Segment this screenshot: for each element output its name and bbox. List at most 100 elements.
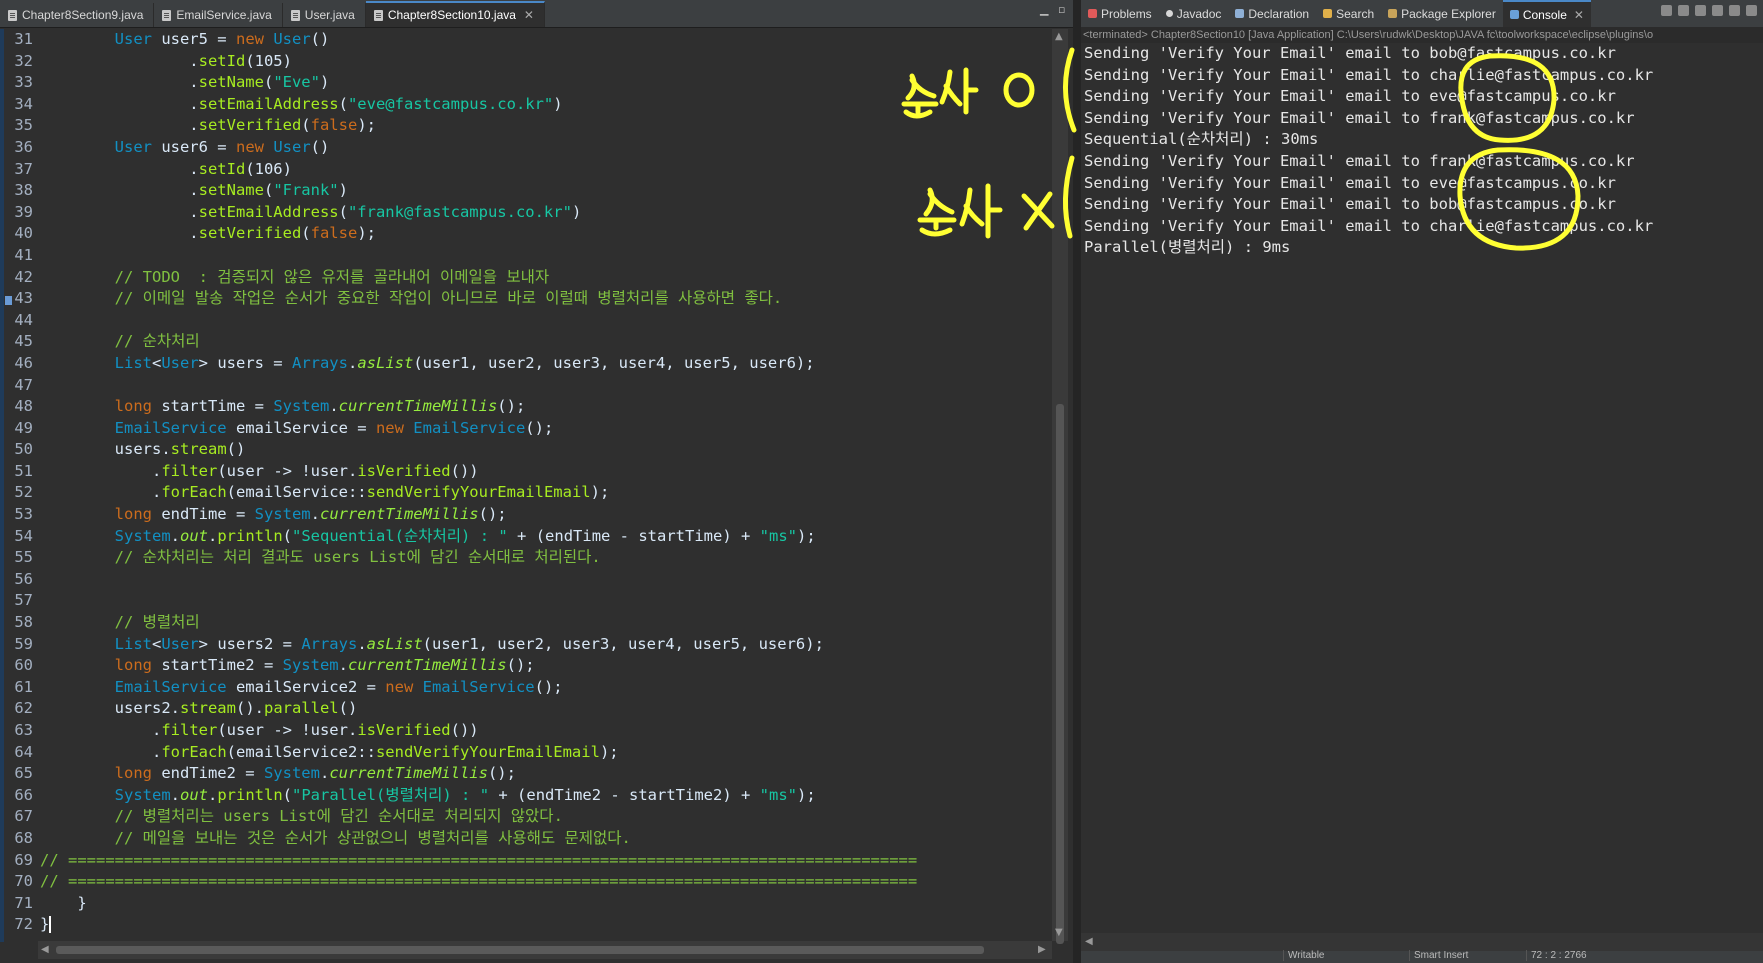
console-panel: Problems Javadoc Declaration Search Pack… xyxy=(1081,0,1763,963)
code-token: () xyxy=(226,440,246,459)
code-line[interactable]: 66 System.out.println("Parallel(병렬처리) : … xyxy=(0,785,1052,807)
scroll-thumb[interactable] xyxy=(56,946,984,954)
code-line[interactable]: 65 long endTime2 = System.currentTimeMil… xyxy=(0,763,1052,785)
code-token: > users2 = xyxy=(198,634,302,653)
code-line[interactable]: 62 users2.stream().parallel() xyxy=(0,698,1052,720)
minimize-icon[interactable]: ▁ xyxy=(1040,3,1048,16)
tab-chapter8section9[interactable]: Chapter8Section9.java xyxy=(0,3,155,27)
code-line[interactable]: 47 xyxy=(0,375,1052,397)
tab-console[interactable]: Console ✕ xyxy=(1502,0,1591,27)
code-line[interactable]: 63 .filter(user -> !user.isVerified()) xyxy=(0,720,1052,742)
scroll-down-icon[interactable]: ▼ xyxy=(1055,927,1063,938)
code-line[interactable]: 41 xyxy=(0,245,1052,267)
code-line[interactable]: 31 User user5 = new User() xyxy=(0,29,1052,51)
code-line[interactable]: 46 List<User> users = Arrays.asList(user… xyxy=(0,353,1052,375)
line-text: List<User> users = Arrays.asList(user1, … xyxy=(38,353,815,375)
tab-package-explorer[interactable]: Package Explorer xyxy=(1381,0,1503,27)
line-number: 31 xyxy=(14,30,33,48)
console-output[interactable]: Sending 'Verify Your Email' email to bob… xyxy=(1084,43,1653,259)
tab-declaration[interactable]: Declaration xyxy=(1228,0,1316,27)
code-line[interactable]: 44 xyxy=(0,310,1052,332)
remove-launch-icon[interactable] xyxy=(1678,5,1689,16)
code-line[interactable]: 36 User user6 = new User() xyxy=(0,137,1052,159)
code-line[interactable]: 59 List<User> users2 = Arrays.asList(use… xyxy=(0,634,1052,656)
line-number: 54 xyxy=(14,526,33,545)
line-text xyxy=(38,590,40,612)
tab-problems[interactable]: Problems xyxy=(1081,0,1159,27)
code-line[interactable]: 71 } xyxy=(0,893,1052,915)
code-line[interactable]: 57 xyxy=(0,590,1052,612)
code-line[interactable]: 53 long endTime = System.currentTimeMill… xyxy=(0,504,1052,526)
console-horizontal-scrollbar[interactable]: ◀ xyxy=(1081,933,1763,951)
tab-chapter8section10[interactable]: Chapter8Section10.java ✕ xyxy=(365,1,545,27)
code-line[interactable]: 58 // 병렬처리 xyxy=(0,612,1052,634)
maximize-icon[interactable]: ▫ xyxy=(1058,3,1065,16)
console-line: Parallel(병렬처리) : 9ms xyxy=(1084,238,1291,257)
code-token: isVerified xyxy=(357,461,451,480)
scroll-left-icon[interactable]: ◀ xyxy=(1085,936,1093,947)
close-tab-icon[interactable]: ✕ xyxy=(1574,8,1584,22)
code-token: ) xyxy=(319,73,330,92)
pin-console-icon[interactable] xyxy=(1661,5,1672,16)
scroll-right-icon[interactable]: ▶ xyxy=(1038,944,1046,955)
line-number: 69 xyxy=(14,850,33,869)
tab-javadoc[interactable]: Javadoc xyxy=(1159,0,1229,27)
code-line[interactable]: 37 .setId(106) xyxy=(0,159,1052,181)
code-token: + (endTime - startTime) + xyxy=(507,526,760,545)
code-line[interactable]: 33 .setName("Eve") xyxy=(0,72,1052,94)
code-line[interactable]: 67 // 병렬처리는 users List에 담긴 순서대로 처리되지 않았다… xyxy=(0,806,1052,828)
line-text: System.out.println("Sequential(순차처리) : "… xyxy=(38,526,816,548)
code-line[interactable]: 38 .setName("Frank") xyxy=(0,180,1052,202)
word-wrap-icon[interactable] xyxy=(1729,5,1740,16)
scroll-up-icon[interactable]: ▲ xyxy=(1055,31,1063,42)
scroll-lock-icon[interactable] xyxy=(1712,5,1723,16)
panel-divider[interactable] xyxy=(1073,0,1081,963)
code-line[interactable]: 35 .setVerified(false); xyxy=(0,115,1052,137)
code-line[interactable]: 70 // ===================================… xyxy=(0,871,1052,893)
code-area[interactable]: 31 User user5 = new User() 32 .setId(105)… xyxy=(0,29,1052,941)
code-line[interactable]: 43 // 이메일 발송 작업은 순서가 중요한 작업이 아니므로 바로 이럴때… xyxy=(0,288,1052,310)
editor-horizontal-scrollbar[interactable]: ◀ ▶ xyxy=(38,941,1052,959)
code-line[interactable]: 39 .setEmailAddress("frank@fastcampus.co… xyxy=(0,202,1052,224)
code-line[interactable]: 52 .forEach(emailService::sendVerifyYour… xyxy=(0,482,1052,504)
code-line[interactable]: 61 EmailService emailService2 = new Emai… xyxy=(0,677,1052,699)
code-line[interactable]: 72} xyxy=(0,914,1052,936)
scroll-thumb[interactable] xyxy=(1056,404,1064,944)
code-line[interactable]: 60 long startTime2 = System.currentTimeM… xyxy=(0,655,1052,677)
tab-emailservice[interactable]: EmailService.java xyxy=(154,3,283,27)
code-line[interactable]: 68 // 메일을 보내는 것은 순서가 상관없으니 병렬처리를 사용해도 문제… xyxy=(0,828,1052,850)
tab-user[interactable]: User.java xyxy=(283,3,366,27)
code-line[interactable]: 42 // TODO : 검증되지 않은 유저를 골라내어 이메일을 보내자 xyxy=(0,267,1052,289)
scroll-left-icon[interactable]: ◀ xyxy=(41,944,49,955)
tab-search[interactable]: Search xyxy=(1316,0,1381,27)
code-token: ( xyxy=(338,94,348,113)
remove-all-terminated-icon[interactable] xyxy=(1695,5,1706,16)
code-line[interactable]: 55 // 순차처리는 처리 결과도 users List에 담긴 순서대로 처… xyxy=(0,547,1052,569)
code-line[interactable]: 48 long startTime = System.currentTimeMi… xyxy=(0,396,1052,418)
code-line[interactable]: 49 EmailService emailService = new Email… xyxy=(0,418,1052,440)
code-line[interactable]: 32 .setId(105) xyxy=(0,51,1052,73)
code-line[interactable]: 40 .setVerified(false); xyxy=(0,223,1052,245)
code-line[interactable]: 54 System.out.println("Sequential(순차처리) … xyxy=(0,526,1052,548)
code-line[interactable]: 45 // 순차처리 xyxy=(0,331,1052,353)
code-line[interactable]: 51 .filter(user -> !user.isVerified()) xyxy=(0,461,1052,483)
code-line[interactable]: 56 xyxy=(0,569,1052,591)
console-line: Sending 'Verify Your Email' email to cha… xyxy=(1084,216,1654,235)
editor-vertical-scrollbar[interactable]: ▲ ▼ xyxy=(1052,29,1068,944)
code-line[interactable]: 69 // ===================================… xyxy=(0,850,1052,872)
code-token: List xyxy=(114,634,152,653)
code-token: ( xyxy=(263,73,274,92)
close-tab-icon[interactable]: ✕ xyxy=(524,8,534,22)
code-line[interactable]: 64 .forEach(emailService2::sendVerifyYou… xyxy=(0,742,1052,764)
code-line[interactable]: 34 .setEmailAddress("eve@fastcampus.co.k… xyxy=(0,94,1052,116)
line-number: 34 xyxy=(14,94,33,113)
code-line[interactable]: 50 users.stream() xyxy=(0,439,1052,461)
code-editor[interactable]: Chapter8Section9.java EmailService.java … xyxy=(0,0,1073,963)
javadoc-icon xyxy=(1165,10,1173,17)
display-console-icon[interactable] xyxy=(1746,5,1757,16)
code-token: "Frank" xyxy=(273,181,339,200)
